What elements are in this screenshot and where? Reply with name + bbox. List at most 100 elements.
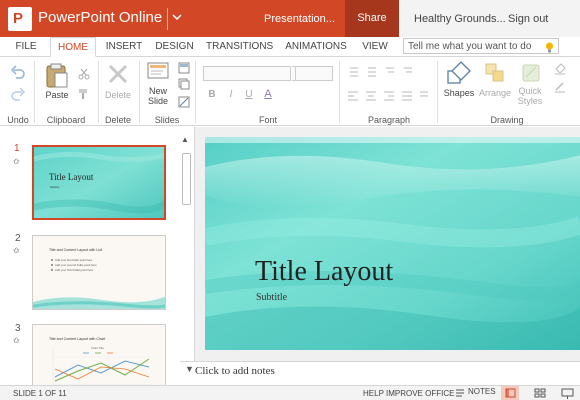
title-separator xyxy=(167,8,168,30)
notes-toggle-button[interactable]: NOTES xyxy=(455,387,496,397)
format-painter-icon[interactable] xyxy=(78,87,90,105)
slide-sorter-view-button[interactable] xyxy=(531,386,549,400)
italic-button[interactable]: I xyxy=(226,90,236,100)
new-slide-label-line1: New xyxy=(148,86,167,96)
cut-icon[interactable] xyxy=(78,67,90,85)
chevron-down-icon[interactable] xyxy=(172,8,182,31)
slide-editing-area: Title Layout Subtitle xyxy=(194,127,580,361)
scrollbar-thumb[interactable] xyxy=(182,153,191,205)
alignment-icon[interactable] xyxy=(346,89,434,108)
document-name[interactable]: Presentation... xyxy=(264,13,335,25)
new-slide-label-line2: Slide xyxy=(147,96,168,106)
font-size-dropdown[interactable] xyxy=(295,66,333,81)
thumb-2-bullet-3: Add your third bullet point here xyxy=(55,268,94,272)
tab-home[interactable]: HOME xyxy=(50,37,96,57)
powerpoint-logo-icon[interactable]: P xyxy=(8,7,32,31)
duplicate-slide-icon[interactable] xyxy=(178,77,190,95)
bullets-icon[interactable] xyxy=(346,65,416,84)
share-button[interactable]: Share xyxy=(345,0,399,37)
lightbulb-icon xyxy=(545,40,554,53)
shapes-icon[interactable] xyxy=(446,61,472,90)
current-slide[interactable]: Title Layout Subtitle xyxy=(205,137,580,350)
new-slide-icon[interactable] xyxy=(147,62,169,87)
thumb-2-bullet-1: Add your first bullet point here xyxy=(55,258,93,262)
paste-button-label[interactable]: Paste xyxy=(41,90,73,100)
group-divider xyxy=(339,61,340,123)
help-improve-office-link[interactable]: HELP IMPROVE OFFICE xyxy=(363,389,454,398)
quick-styles-label-line2: Styles xyxy=(517,96,543,106)
shape-fill-icon[interactable] xyxy=(553,61,567,80)
arrange-button-label[interactable]: Arrange xyxy=(476,88,514,98)
group-divider xyxy=(195,61,196,123)
transition-star-icon: ✩ xyxy=(13,157,20,166)
hide-slide-icon[interactable] xyxy=(178,95,190,113)
tab-animations[interactable]: ANIMATIONS xyxy=(282,37,350,57)
tab-transitions[interactable]: TRANSITIONS xyxy=(206,37,273,57)
transition-star-icon: ✩ xyxy=(13,246,20,255)
arrange-icon[interactable] xyxy=(484,62,506,89)
slide-subtitle[interactable]: Subtitle xyxy=(256,292,287,303)
thumb-2-title: Title and Content Layout with List xyxy=(49,248,103,252)
normal-view-button[interactable] xyxy=(501,386,519,400)
delete-icon[interactable] xyxy=(107,63,129,90)
quick-styles-button-label[interactable]: Quick Styles xyxy=(513,86,547,106)
group-undo-label: Undo xyxy=(7,115,29,125)
group-font-label: Font xyxy=(258,115,277,125)
font-name-dropdown[interactable] xyxy=(203,66,291,81)
group-paragraph-label: Paragraph xyxy=(367,115,411,125)
ribbon-body: Undo Paste Clipboard Delete Delete New S… xyxy=(0,57,580,126)
font-color-button[interactable]: A xyxy=(262,89,274,100)
tell-me-input[interactable]: Tell me what you want to do xyxy=(403,38,559,54)
slide-title[interactable]: Title Layout xyxy=(255,256,393,288)
tab-view[interactable]: VIEW xyxy=(359,37,391,57)
quick-styles-icon[interactable] xyxy=(520,62,542,89)
shape-outline-icon[interactable] xyxy=(553,79,567,98)
quick-styles-label-line1: Quick xyxy=(518,86,542,96)
slide-number-1: 1 xyxy=(14,143,20,154)
shapes-button-label[interactable]: Shapes xyxy=(442,88,476,98)
scroll-up-arrow-icon[interactable]: ▲ xyxy=(181,135,189,144)
thumb-2-bullet-2: Add your second bullet point here xyxy=(55,263,97,267)
redo-icon[interactable] xyxy=(10,87,26,106)
thumb-3-chart-title: Chart Title xyxy=(91,346,104,350)
sign-out-link[interactable]: Sign out xyxy=(508,13,548,25)
group-drawing-label: Drawing xyxy=(490,115,524,125)
notes-chevron-down-icon[interactable]: ▼ xyxy=(185,364,194,374)
slide-thumbnail-pane: 1 ✩ Title Layout Subtitle 2 ✩ Title and … xyxy=(0,127,193,386)
title-bar: P PowerPoint Online Presentation... Shar… xyxy=(0,0,580,37)
transition-star-icon: ✩ xyxy=(13,336,20,345)
undo-icon[interactable] xyxy=(10,65,26,84)
underline-button[interactable]: U xyxy=(244,90,254,100)
notes-pane[interactable]: ▼ Click to add notes xyxy=(180,361,580,384)
slideshow-view-button[interactable] xyxy=(559,386,577,400)
thumb-1-title: Title Layout xyxy=(49,172,94,182)
bold-button[interactable]: B xyxy=(207,90,217,100)
slide-thumbnail-2[interactable]: Title and Content Layout with List Add y… xyxy=(32,235,166,310)
tab-insert[interactable]: INSERT xyxy=(104,37,144,57)
app-name[interactable]: PowerPoint Online xyxy=(38,9,162,26)
thumbnail-scrollbar[interactable]: ▲ ▼ xyxy=(181,135,191,383)
slide-thumbnail-3[interactable]: Title and Content Layout with Chart Char… xyxy=(32,324,166,386)
slide-number-2: 2 xyxy=(15,233,21,244)
notes-icon xyxy=(456,389,464,397)
slide-thumbnail-1[interactable]: Title Layout Subtitle xyxy=(32,145,166,220)
slide-counter: SLIDE 1 OF 11 xyxy=(13,389,67,398)
paste-icon[interactable] xyxy=(45,62,69,93)
thumb-1-subtitle: Subtitle xyxy=(50,185,60,189)
tab-design[interactable]: DESIGN xyxy=(153,37,196,57)
notes-placeholder[interactable]: Click to add notes xyxy=(195,365,275,377)
powerpoint-online-window: P PowerPoint Online Presentation... Shar… xyxy=(0,0,580,400)
group-clipboard-label: Clipboard xyxy=(46,115,86,125)
status-bar: SLIDE 1 OF 11 HELP IMPROVE OFFICE NOTES xyxy=(0,385,580,400)
group-divider xyxy=(98,61,99,123)
user-name[interactable]: Healthy Grounds... xyxy=(414,13,506,25)
group-slides-label: Slides xyxy=(154,115,180,125)
delete-button-label[interactable]: Delete xyxy=(101,90,135,100)
tab-file[interactable]: FILE xyxy=(8,37,44,57)
group-delete-label: Delete xyxy=(104,115,131,125)
slide-number-3: 3 xyxy=(15,323,21,334)
account-area: Healthy Grounds... Sign out xyxy=(399,0,580,37)
new-slide-button-label[interactable]: New Slide xyxy=(143,86,173,106)
group-divider xyxy=(437,61,438,123)
group-divider xyxy=(34,61,35,123)
